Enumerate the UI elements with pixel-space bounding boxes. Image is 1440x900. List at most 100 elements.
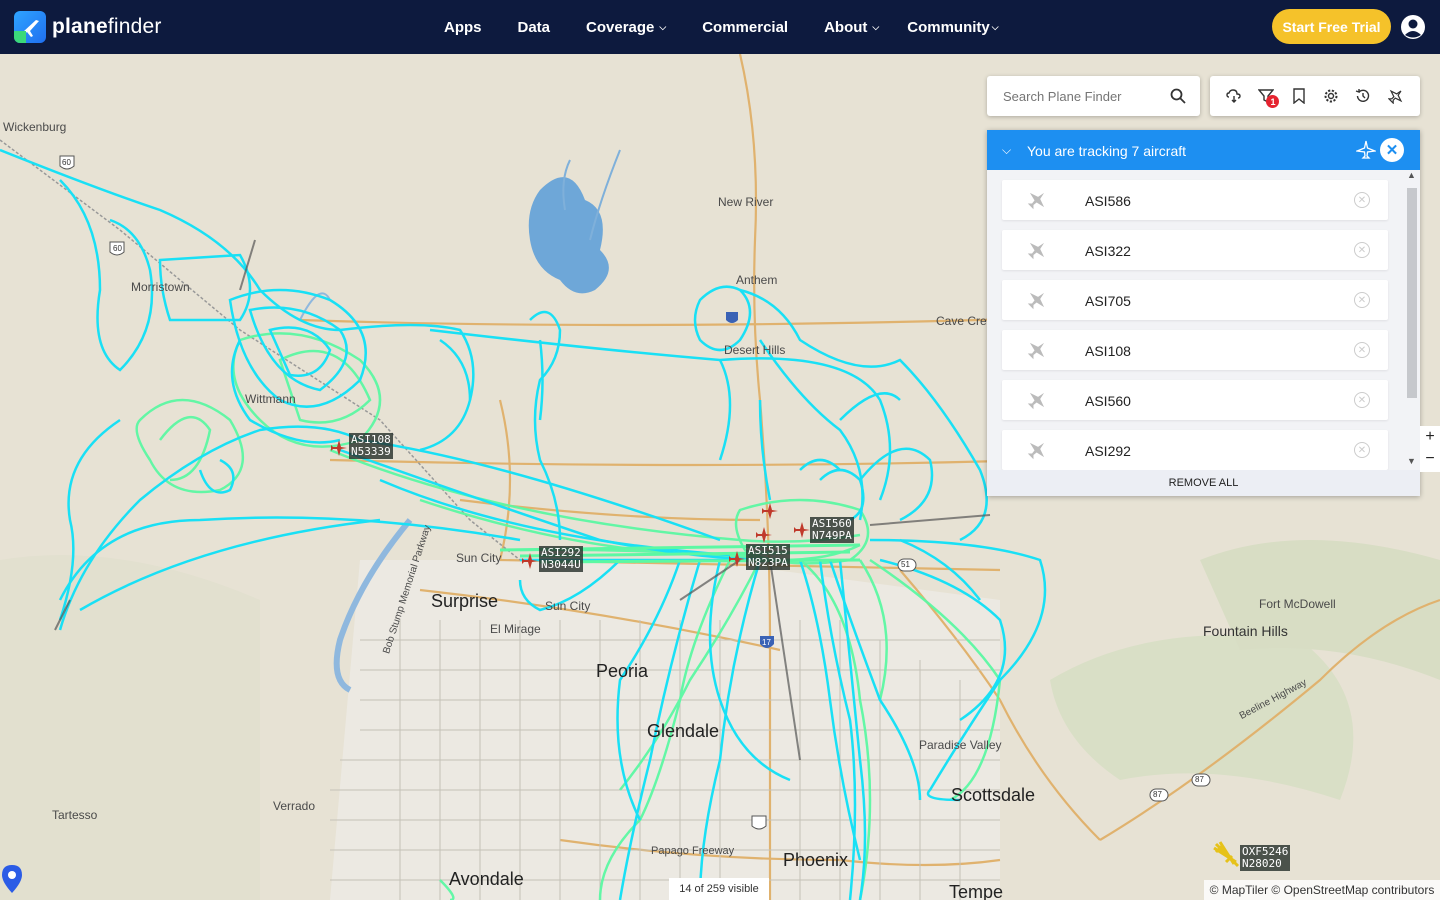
zoom-out-button[interactable]: − bbox=[1420, 448, 1440, 470]
nav-data[interactable]: Data bbox=[518, 19, 551, 36]
aircraft-marker-icon[interactable] bbox=[728, 550, 746, 568]
place-anthem: Anthem bbox=[736, 273, 778, 287]
tracked-aircraft-row[interactable]: ASI705 ✕ bbox=[1002, 280, 1388, 320]
search-input[interactable] bbox=[1001, 87, 1165, 105]
nav-apps[interactable]: Apps bbox=[444, 19, 482, 36]
top-navbar: planefinder Apps Data Coverage ⌵ Commerci… bbox=[0, 0, 1440, 54]
map-attribution[interactable]: © MapTiler © OpenStreetMap contributors bbox=[1204, 880, 1440, 900]
search-icon[interactable] bbox=[1170, 88, 1186, 104]
highway-60-a: 60 bbox=[62, 158, 71, 167]
plane-icon bbox=[1027, 342, 1045, 360]
highway-17: 17 bbox=[762, 638, 771, 647]
nav-about[interactable]: About ⌵ bbox=[824, 19, 879, 36]
user-account-icon[interactable] bbox=[1400, 14, 1426, 40]
place-scottsdale: Scottsdale bbox=[951, 785, 1036, 805]
tracked-aircraft-row[interactable]: ASI108 ✕ bbox=[1002, 330, 1388, 370]
tracked-callsign: ASI108 bbox=[1085, 343, 1131, 359]
plane-icon bbox=[1027, 242, 1045, 260]
plane-icon bbox=[1027, 192, 1045, 210]
scrollbar-thumb[interactable] bbox=[1407, 188, 1417, 398]
settings-gear-icon[interactable] bbox=[1322, 87, 1340, 105]
remove-icon[interactable]: ✕ bbox=[1354, 442, 1370, 458]
start-free-trial-button[interactable]: Start Free Trial bbox=[1272, 9, 1391, 44]
aircraft-marker-icon[interactable] bbox=[330, 439, 348, 457]
tracked-callsign: ASI586 bbox=[1085, 193, 1131, 209]
remove-all-button[interactable]: REMOVE ALL bbox=[987, 470, 1420, 496]
plane-icon bbox=[1027, 442, 1045, 460]
tracked-aircraft-row[interactable]: ASI586 ✕ bbox=[1002, 180, 1388, 220]
place-peoria: Peoria bbox=[596, 661, 649, 681]
place-new-river: New River bbox=[718, 195, 774, 209]
remove-icon[interactable]: ✕ bbox=[1354, 242, 1370, 258]
aircraft-marker-icon[interactable] bbox=[755, 526, 773, 544]
aircraft-marker-icon[interactable] bbox=[793, 521, 811, 539]
place-verrado: Verrado bbox=[273, 799, 316, 813]
chevron-down-icon: ⌵ bbox=[872, 21, 880, 32]
nav-coverage[interactable]: Coverage ⌵ bbox=[586, 19, 666, 36]
scroll-down-icon[interactable]: ▼ bbox=[1407, 456, 1416, 466]
plane-icon bbox=[1356, 140, 1376, 159]
tracking-panel-header[interactable]: ⌵ You are tracking 7 aircraft ✕ bbox=[987, 130, 1420, 170]
aircraft-label[interactable]: ASI108 N53339 bbox=[349, 433, 393, 459]
highway-60-b: 60 bbox=[113, 244, 122, 253]
place-avondale: Avondale bbox=[449, 869, 524, 889]
location-pin-icon[interactable] bbox=[0, 864, 24, 894]
filter-icon[interactable]: 1 bbox=[1257, 87, 1280, 108]
close-tracking-button[interactable]: ✕ bbox=[1380, 138, 1404, 162]
place-tempe: Tempe bbox=[949, 882, 1004, 900]
list-scrollbar[interactable]: ▲ ▼ bbox=[1404, 170, 1420, 470]
place-papago-freeway: Papago Freeway bbox=[651, 845, 735, 857]
tracked-aircraft-row[interactable]: ASI560 ✕ bbox=[1002, 380, 1388, 420]
place-paradise-valley: Paradise Valley bbox=[919, 738, 1002, 752]
plane-icon bbox=[1027, 392, 1045, 410]
remove-icon[interactable]: ✕ bbox=[1354, 392, 1370, 408]
place-tartesso: Tartesso bbox=[52, 808, 98, 822]
aircraft-marker-icon[interactable] bbox=[521, 552, 539, 570]
scroll-up-icon[interactable]: ▲ bbox=[1407, 170, 1416, 180]
tracked-aircraft-row[interactable]: ASI292 ✕ bbox=[1002, 430, 1388, 470]
map-toolbar: 1 bbox=[1210, 76, 1420, 116]
place-fountain-hills: Fountain Hills bbox=[1203, 623, 1288, 639]
bookmark-icon[interactable] bbox=[1290, 87, 1308, 105]
place-el-mirage: El Mirage bbox=[490, 622, 541, 636]
place-sun-city: Sun City bbox=[545, 599, 591, 613]
place-surprise: Surprise bbox=[431, 591, 499, 611]
tracked-aircraft-list[interactable]: ASI586 ✕ ASI322 ✕ ASI705 ✕ ASI108 ✕ ASI5… bbox=[987, 170, 1420, 470]
search-box bbox=[987, 76, 1200, 116]
tracked-callsign: ASI560 bbox=[1085, 393, 1131, 409]
playback-plane-icon[interactable] bbox=[1387, 87, 1405, 105]
tracked-aircraft-row[interactable]: ASI322 ✕ bbox=[1002, 230, 1388, 270]
planefinder-logo[interactable]: planefinder bbox=[14, 11, 162, 43]
chevron-down-icon: ⌵ bbox=[659, 21, 667, 32]
aircraft-marker-icon[interactable] bbox=[761, 502, 779, 520]
nav-commercial[interactable]: Commercial bbox=[702, 19, 788, 36]
place-wickenburg: Wickenburg bbox=[3, 120, 67, 134]
place-glendale: Glendale bbox=[647, 721, 720, 741]
aircraft-label[interactable]: ASI515 N823PA bbox=[746, 544, 790, 570]
place-sun-city-west: Sun City bbox=[456, 551, 502, 565]
tracking-panel: ⌵ You are tracking 7 aircraft ✕ ASI586 ✕… bbox=[987, 130, 1420, 496]
chevron-down-icon[interactable]: ⌵ bbox=[1002, 143, 1011, 158]
filter-count-badge: 1 bbox=[1266, 95, 1280, 108]
zoom-in-button[interactable]: + bbox=[1420, 426, 1440, 448]
weather-icon[interactable] bbox=[1225, 87, 1243, 105]
remove-icon[interactable]: ✕ bbox=[1354, 192, 1370, 208]
chevron-down-icon: ⌵ bbox=[991, 21, 999, 32]
place-morristown: Morristown bbox=[131, 280, 190, 294]
place-phoenix: Phoenix bbox=[783, 850, 849, 870]
aircraft-marker-icon[interactable] bbox=[1212, 840, 1242, 870]
place-wittmann: Wittmann bbox=[245, 392, 296, 406]
aircraft-label[interactable]: OXF5246 N28020 bbox=[1240, 845, 1291, 871]
remove-icon[interactable]: ✕ bbox=[1354, 342, 1370, 358]
place-fort-mcdowell: Fort McDowell bbox=[1259, 597, 1336, 611]
visible-count: 14 of 259 visible bbox=[669, 878, 769, 900]
tracked-callsign: ASI705 bbox=[1085, 293, 1131, 309]
history-icon[interactable] bbox=[1354, 87, 1372, 105]
aircraft-label[interactable]: ASI292 N3044U bbox=[539, 546, 583, 572]
tracking-title: You are tracking 7 aircraft bbox=[1027, 143, 1187, 159]
nav-community[interactable]: Community ⌵ bbox=[907, 19, 998, 36]
remove-icon[interactable]: ✕ bbox=[1354, 292, 1370, 308]
aircraft-label[interactable]: ASI560 N749PA bbox=[810, 517, 854, 543]
tracked-callsign: ASI322 bbox=[1085, 243, 1131, 259]
main-nav: Apps Data Coverage ⌵ Commercial About ⌵ Co… bbox=[426, 0, 1017, 54]
